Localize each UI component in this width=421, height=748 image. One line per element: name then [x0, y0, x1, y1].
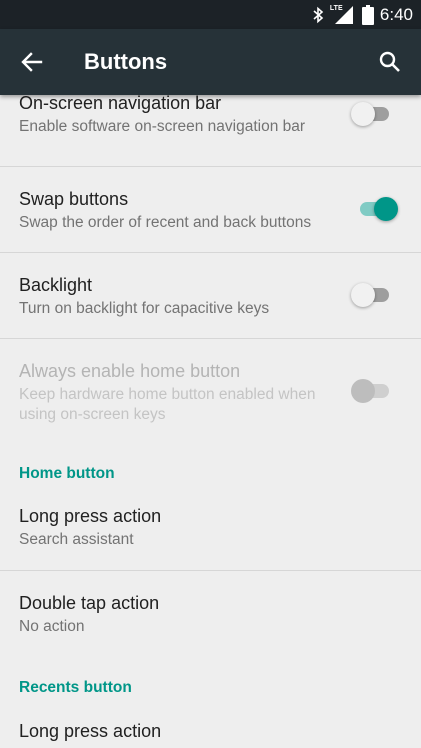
- backlight-title: Backlight: [19, 275, 93, 295]
- home-double-tap-summary: No action: [19, 618, 85, 635]
- settings-list[interactable]: On-screen navigation bar Enable software…: [0, 95, 421, 748]
- swap-buttons-title: Swap buttons: [19, 189, 129, 209]
- recents-long-press-setting[interactable]: Long press action: [0, 705, 421, 748]
- nav-bar-summary: Enable software on-screen navigation bar: [19, 118, 306, 135]
- swap-buttons-summary: Swap the order of recent and back button…: [19, 214, 312, 231]
- recents-long-press-title: Long press action: [19, 721, 162, 741]
- home-long-press-setting[interactable]: Long press action Search assistant: [0, 492, 421, 570]
- backlight-switch[interactable]: [351, 283, 393, 307]
- status-icons: LTE 6:40: [311, 0, 413, 29]
- home-double-tap-setting[interactable]: Double tap action No action: [0, 571, 421, 656]
- home-double-tap-title: Double tap action: [19, 593, 160, 613]
- always-home-title: Always enable home button: [19, 361, 241, 381]
- always-home-summary: Keep hardware home button enabled when u…: [19, 386, 316, 423]
- search-icon: [379, 51, 401, 73]
- always-home-setting: Always enable home button Keep hardware …: [0, 339, 421, 443]
- home-button-header: Home button: [19, 465, 115, 482]
- home-long-press-summary: Search assistant: [19, 531, 134, 548]
- switch-thumb: [374, 197, 398, 221]
- home-long-press-title: Long press action: [19, 506, 162, 526]
- recents-button-header: Recents button: [19, 679, 132, 696]
- signal-icon: LTE: [329, 4, 355, 25]
- bluetooth-icon: [311, 6, 325, 24]
- backlight-summary: Turn on backlight for capacitive keys: [19, 300, 270, 317]
- status-bar: LTE 6:40: [0, 0, 421, 29]
- arrow-left-icon: [21, 51, 43, 73]
- switch-thumb: [351, 102, 375, 126]
- nav-bar-switch[interactable]: [351, 102, 393, 126]
- backlight-setting[interactable]: Backlight Turn on backlight for capaciti…: [0, 253, 421, 338]
- nav-bar-setting[interactable]: On-screen navigation bar Enable software…: [0, 95, 421, 166]
- page-title: Buttons: [84, 49, 168, 74]
- swap-buttons-setting[interactable]: Swap buttons Swap the order of recent an…: [0, 167, 421, 252]
- always-home-switch: [351, 379, 393, 403]
- back-button[interactable]: [13, 43, 51, 81]
- nav-bar-title: On-screen navigation bar: [19, 95, 222, 113]
- app-bar: Buttons: [0, 29, 421, 95]
- swap-buttons-switch[interactable]: [356, 197, 398, 221]
- network-type-label: LTE: [329, 4, 343, 12]
- switch-thumb: [351, 379, 375, 403]
- battery-icon: [361, 4, 374, 25]
- search-button[interactable]: [371, 43, 409, 81]
- switch-thumb: [351, 283, 375, 307]
- status-time: 6:40: [379, 4, 413, 24]
